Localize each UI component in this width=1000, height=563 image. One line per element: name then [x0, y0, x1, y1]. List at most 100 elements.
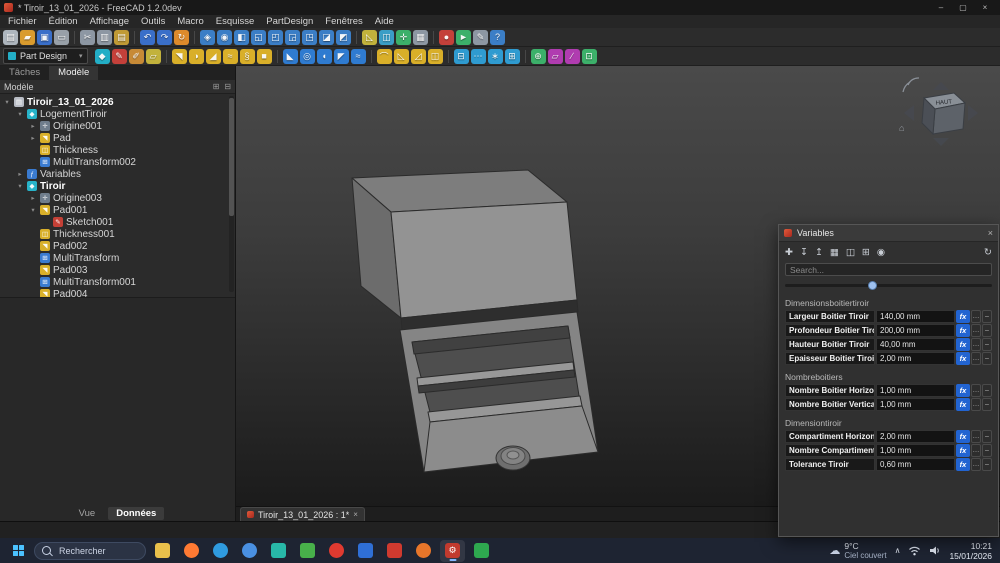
- remove-variable-button[interactable]: –: [982, 398, 992, 411]
- remove-variable-button[interactable]: –: [982, 352, 992, 365]
- expand-tree-icon[interactable]: ⊞: [213, 82, 220, 91]
- tree-expander-icon[interactable]: ▾: [16, 110, 24, 118]
- create-body[interactable]: ◆: [95, 49, 110, 64]
- expression-editor-button[interactable]: …: [971, 384, 981, 397]
- close-icon[interactable]: ×: [353, 510, 358, 519]
- import-icon[interactable]: ↧: [800, 247, 808, 258]
- tree-scrollbar[interactable]: [229, 96, 234, 292]
- paste[interactable]: ▤: [114, 30, 129, 45]
- variable-name-cell[interactable]: Compartiment Horizontal: [785, 430, 875, 443]
- datum-plane[interactable]: ▱: [548, 49, 563, 64]
- menu-item[interactable]: Aide: [369, 15, 400, 28]
- nav-down-arrow[interactable]: [933, 138, 949, 146]
- tree-item[interactable]: ▸ ✛ Origine003: [0, 192, 235, 204]
- menu-item[interactable]: Affichage: [84, 15, 135, 28]
- variable-name-cell[interactable]: Nombre Compartiment V: [785, 444, 875, 457]
- maximize-button[interactable]: ▢: [952, 0, 974, 15]
- close-icon[interactable]: ×: [988, 228, 993, 238]
- remove-variable-button[interactable]: –: [982, 324, 992, 337]
- hidden-icons-chevron[interactable]: ∧: [895, 546, 901, 555]
- draft[interactable]: ◿: [411, 49, 426, 64]
- close-button[interactable]: ×: [974, 0, 996, 15]
- export-icon[interactable]: ↥: [815, 247, 823, 258]
- expression-editor-button[interactable]: …: [971, 430, 981, 443]
- file-explorer[interactable]: [150, 540, 175, 562]
- tree-item[interactable]: ◥ Pad003: [0, 264, 235, 276]
- additive-primitive[interactable]: ■: [257, 49, 272, 64]
- variable-value-cell[interactable]: 2,00 mm: [876, 352, 955, 365]
- tree-item[interactable]: ⊞ MultiTransform002: [0, 156, 235, 168]
- tree-item[interactable]: ◥ Pad004: [0, 288, 235, 297]
- fx-expression-badge[interactable]: fx: [956, 384, 970, 397]
- bottom-view[interactable]: ◪: [319, 30, 334, 45]
- scrollbar-thumb[interactable]: [229, 98, 234, 216]
- tree-expander-icon[interactable]: ▸: [29, 134, 37, 142]
- pocket[interactable]: ◣: [283, 49, 298, 64]
- fit-all[interactable]: ◈: [200, 30, 215, 45]
- app-teal[interactable]: [266, 540, 291, 562]
- tree-expander-icon[interactable]: ▸: [16, 170, 24, 178]
- menu-item[interactable]: Édition: [43, 15, 84, 28]
- tree-item[interactable]: ▸ ◥ Pad: [0, 132, 235, 144]
- nav-up-arrow[interactable]: [933, 82, 949, 90]
- freecad[interactable]: ⚙: [440, 540, 465, 562]
- variable-value-cell[interactable]: 0,60 mm: [876, 458, 955, 471]
- variable-value-cell[interactable]: 1,00 mm: [876, 384, 955, 397]
- fx-expression-badge[interactable]: fx: [956, 444, 970, 457]
- print[interactable]: ▭: [54, 30, 69, 45]
- wifi-icon[interactable]: [908, 545, 921, 556]
- refresh[interactable]: ↻: [174, 30, 189, 45]
- macro-execute[interactable]: ►: [456, 30, 471, 45]
- tree-expander-icon[interactable]: ▾: [16, 182, 24, 190]
- weather-widget[interactable]: ☁ 9°C Ciel couvert: [829, 542, 886, 560]
- taskbar-search-input[interactable]: [57, 545, 139, 557]
- groove[interactable]: ◖: [317, 49, 332, 64]
- expression-editor-button[interactable]: …: [971, 444, 981, 457]
- variable-name-cell[interactable]: Tolerance Tiroir: [785, 458, 875, 471]
- menu-item[interactable]: Outils: [135, 15, 171, 28]
- remove-variable-button[interactable]: –: [982, 458, 992, 471]
- refresh-icon[interactable]: ↻: [984, 247, 992, 258]
- document-tab[interactable]: Tiroir_13_01_2026 : 1* ×: [240, 507, 365, 521]
- app-green-2[interactable]: [469, 540, 494, 562]
- expression-editor-button[interactable]: …: [971, 352, 981, 365]
- taskbar-search[interactable]: [34, 542, 146, 560]
- fx-expression-badge[interactable]: fx: [956, 338, 970, 351]
- pad[interactable]: ◥: [172, 49, 187, 64]
- menu-item[interactable]: Esquisse: [210, 15, 261, 28]
- left-view[interactable]: ◩: [336, 30, 351, 45]
- macro-edit[interactable]: ✎: [473, 30, 488, 45]
- fx-expression-badge[interactable]: fx: [956, 310, 970, 323]
- variable-name-cell[interactable]: Largeur Boitier Tiroir: [785, 310, 875, 323]
- whats-this[interactable]: ?: [490, 30, 505, 45]
- additive-loft[interactable]: ◢: [206, 49, 221, 64]
- volume-icon[interactable]: [929, 545, 941, 556]
- fx-expression-badge[interactable]: fx: [956, 458, 970, 471]
- undo[interactable]: ↶: [140, 30, 155, 45]
- tree-item[interactable]: ◫ Thickness001: [0, 228, 235, 240]
- fillet[interactable]: ⌒: [377, 49, 392, 64]
- home-icon[interactable]: ⌂: [899, 123, 904, 133]
- tree-item[interactable]: ✎ Sketch001: [0, 216, 235, 228]
- fx-expression-badge[interactable]: fx: [956, 324, 970, 337]
- tree-item[interactable]: ▾ ◥ Pad001: [0, 204, 235, 216]
- slider-handle[interactable]: [868, 281, 877, 290]
- copy[interactable]: ▥: [97, 30, 112, 45]
- additive-pipe[interactable]: ≈: [223, 49, 238, 64]
- mirrored[interactable]: ⊟: [454, 49, 469, 64]
- subtractive-pipe[interactable]: ≈: [351, 49, 366, 64]
- axis-cross[interactable]: ✛: [396, 30, 411, 45]
- top-view[interactable]: ◰: [268, 30, 283, 45]
- menu-item[interactable]: Macro: [171, 15, 209, 28]
- tree-item[interactable]: ◥ Pad002: [0, 240, 235, 252]
- workbench-selector[interactable]: Part Design ▾: [3, 48, 88, 64]
- nav-left-arrow[interactable]: [904, 105, 914, 121]
- variable-value-cell[interactable]: 2,00 mm: [876, 430, 955, 443]
- tree-item[interactable]: ◫ Thickness: [0, 144, 235, 156]
- variables-search-input[interactable]: [785, 263, 992, 276]
- save[interactable]: ▣: [37, 30, 52, 45]
- variable-name-cell[interactable]: Profondeur Boitier Tiroir: [785, 324, 875, 337]
- map-sketch-to-face[interactable]: ▱: [146, 49, 161, 64]
- fx-expression-badge[interactable]: fx: [956, 430, 970, 443]
- variable-value-cell[interactable]: 1,00 mm: [876, 398, 955, 411]
